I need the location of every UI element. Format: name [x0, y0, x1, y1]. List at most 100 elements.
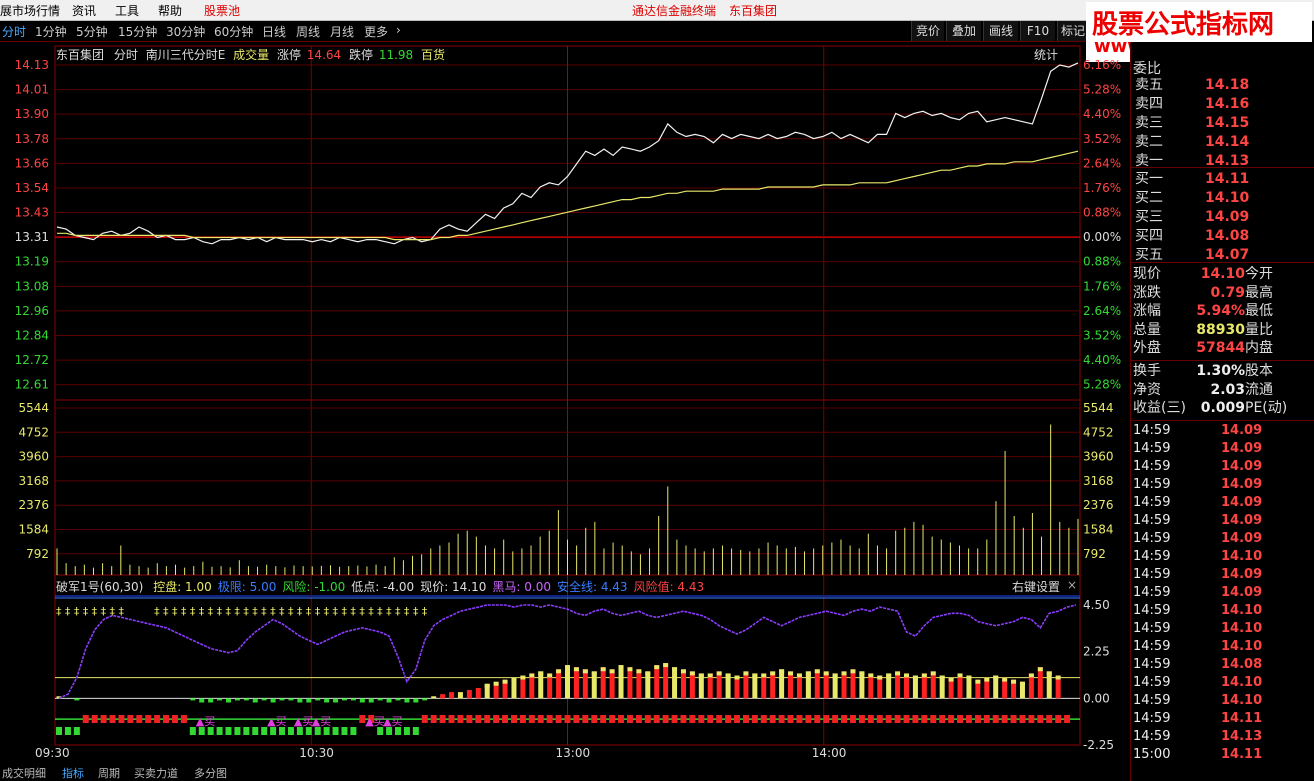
period-tab-5m[interactable]: 5分钟 [76, 23, 108, 40]
sell-level-price: 14.18 [1205, 77, 1250, 93]
chart-mode: 分时 [113, 48, 138, 62]
period-tab-15m[interactable]: 15分钟 [118, 23, 157, 40]
period-tab-intraday[interactable]: 分时 [2, 23, 26, 40]
menu-tools[interactable]: 工具 [115, 2, 139, 19]
sub-indicator-item: 安全线: 4.43 [556, 580, 628, 594]
tick-price: 14.09 [1221, 495, 1263, 510]
overlay-button[interactable]: 叠加 [946, 21, 981, 41]
hash-mark: ‡ [288, 605, 294, 618]
hash-mark: ‡ [359, 605, 365, 618]
buy-signal: ▲买 [294, 715, 313, 728]
indicator-bar-cap [993, 675, 999, 680]
down-limit-label: 跌停 [348, 48, 373, 62]
status-block [760, 715, 767, 723]
tick-price: 14.13 [1221, 729, 1263, 744]
bottom-tab[interactable]: 周期 [98, 765, 120, 781]
indicator-bar-cap [600, 667, 606, 672]
period-tab-30m[interactable]: 30分钟 [166, 23, 205, 40]
right-click-settings[interactable]: 右键设置 [1012, 578, 1060, 595]
indicator-bar [663, 663, 669, 699]
tick-time: 15:00 [1133, 747, 1171, 762]
status-block [314, 727, 321, 735]
period-tab-60m[interactable]: 60分钟 [214, 23, 253, 40]
pct-tick-label: 0.00% [1083, 230, 1121, 244]
quote-stat: 外盘 57844 内盘 [1133, 339, 1313, 357]
fundamental-stat-value: 2.03 [1210, 381, 1245, 398]
status-block [198, 727, 205, 735]
close-icon[interactable]: × [1067, 578, 1077, 592]
bottom-tab[interactable]: 指标 [62, 765, 84, 781]
f10-button[interactable]: F10 [1020, 21, 1055, 41]
buy-signal: ▲买 [196, 715, 215, 728]
pct-tick-label: 3.52% [1083, 329, 1121, 343]
sub-indicator-item: 低点: -4.00 [351, 580, 415, 594]
status-block [243, 727, 250, 735]
price-tick-label: 12.96 [15, 304, 49, 318]
sell-level-label: 卖四 [1135, 96, 1163, 112]
menu-market[interactable]: 展市场行情 [0, 2, 60, 19]
indicator-bar [573, 667, 579, 699]
fundamental-stat-label: 净资 [1133, 381, 1161, 398]
hash-mark: ‡ [92, 605, 98, 618]
chevron-right-icon[interactable]: › [396, 23, 401, 37]
auction-button[interactable]: 竞价 [911, 21, 944, 41]
period-tab-week[interactable]: 周线 [296, 23, 320, 40]
indicator-bar [341, 698, 347, 701]
draw-button[interactable]: 画线 [983, 21, 1018, 41]
indicator-bar [386, 698, 392, 703]
tick-price: 14.09 [1221, 423, 1263, 438]
sub-indicator-name[interactable]: 破军1号(60,30) [56, 580, 143, 594]
fundamental-stat: 换手 1.30% 股本 [1133, 362, 1313, 380]
indicator-bar-cap [511, 677, 517, 682]
tick-time: 14:59 [1133, 477, 1171, 492]
pct-tick-label: 1.76% [1083, 181, 1121, 195]
mark-button[interactable]: 标记 [1057, 21, 1088, 41]
price-tick-label: 13.90 [15, 107, 49, 121]
buy-signal: ▲买 [312, 715, 331, 728]
fundamental-stat-right-label: 流通 [1245, 381, 1273, 398]
status-block [609, 715, 616, 723]
status-block [992, 715, 999, 723]
status-block [412, 727, 419, 735]
indicator-bar-cap [1019, 681, 1025, 686]
indicator-bar [680, 669, 686, 699]
hash-mark: ‡ [190, 605, 196, 618]
period-tab-day[interactable]: 日线 [262, 23, 286, 40]
sector-label: 百货 [421, 48, 446, 62]
indicator-bar [234, 698, 240, 701]
bottom-tab[interactable]: 买卖力道 [134, 765, 178, 781]
hash-mark: ‡ [270, 605, 276, 618]
menu-news[interactable]: 资讯 [72, 2, 96, 19]
status-block [1055, 715, 1062, 723]
indicator-bar [716, 671, 722, 699]
indicator-bar-cap [618, 665, 624, 670]
indicator-bar [315, 698, 321, 701]
sub-indicator-header: 破军1号(60,30) 控盘: 1.00 极限: 5.00 风险: -1.00 低点:… [56, 578, 704, 595]
indicator-bar-cap [752, 673, 758, 678]
period-tab-more[interactable]: 更多 [364, 23, 388, 40]
pct-tick-label: 4.40% [1083, 353, 1121, 367]
sub-indicator-item: 极限: 5.00 [217, 580, 277, 594]
menu-help[interactable]: 帮助 [158, 2, 182, 19]
tick-price: 14.09 [1221, 477, 1263, 492]
status-block [635, 715, 642, 723]
status-block [974, 715, 981, 723]
indicator-bar [609, 669, 615, 699]
menu-stock-pool[interactable]: 股票池 [204, 2, 240, 19]
bottom-tab[interactable]: 成交明细 [2, 765, 46, 781]
sell-level-price: 14.16 [1205, 96, 1250, 112]
indicator-bar [475, 687, 481, 699]
period-tab-1m[interactable]: 1分钟 [35, 23, 67, 40]
vol-tick-label: 2376 [18, 498, 49, 512]
intraday-chart[interactable]: 14.13 6.16% 14.01 5.28% 13.90 4.40% 13.78 3.52%… [0, 42, 1130, 762]
period-tab-month[interactable]: 月线 [330, 23, 354, 40]
status-block [350, 727, 357, 735]
indicator-bar-cap [689, 671, 695, 676]
tick-time: 14:59 [1133, 657, 1171, 672]
stat-button[interactable]: 统计 [1034, 46, 1058, 63]
status-block [707, 715, 714, 723]
indicator-bar [556, 669, 562, 699]
hash-mark: ‡ [154, 605, 160, 618]
bottom-tab[interactable]: 多分图 [194, 765, 227, 781]
sub-indicator-item: 风险: -1.00 [282, 580, 346, 594]
